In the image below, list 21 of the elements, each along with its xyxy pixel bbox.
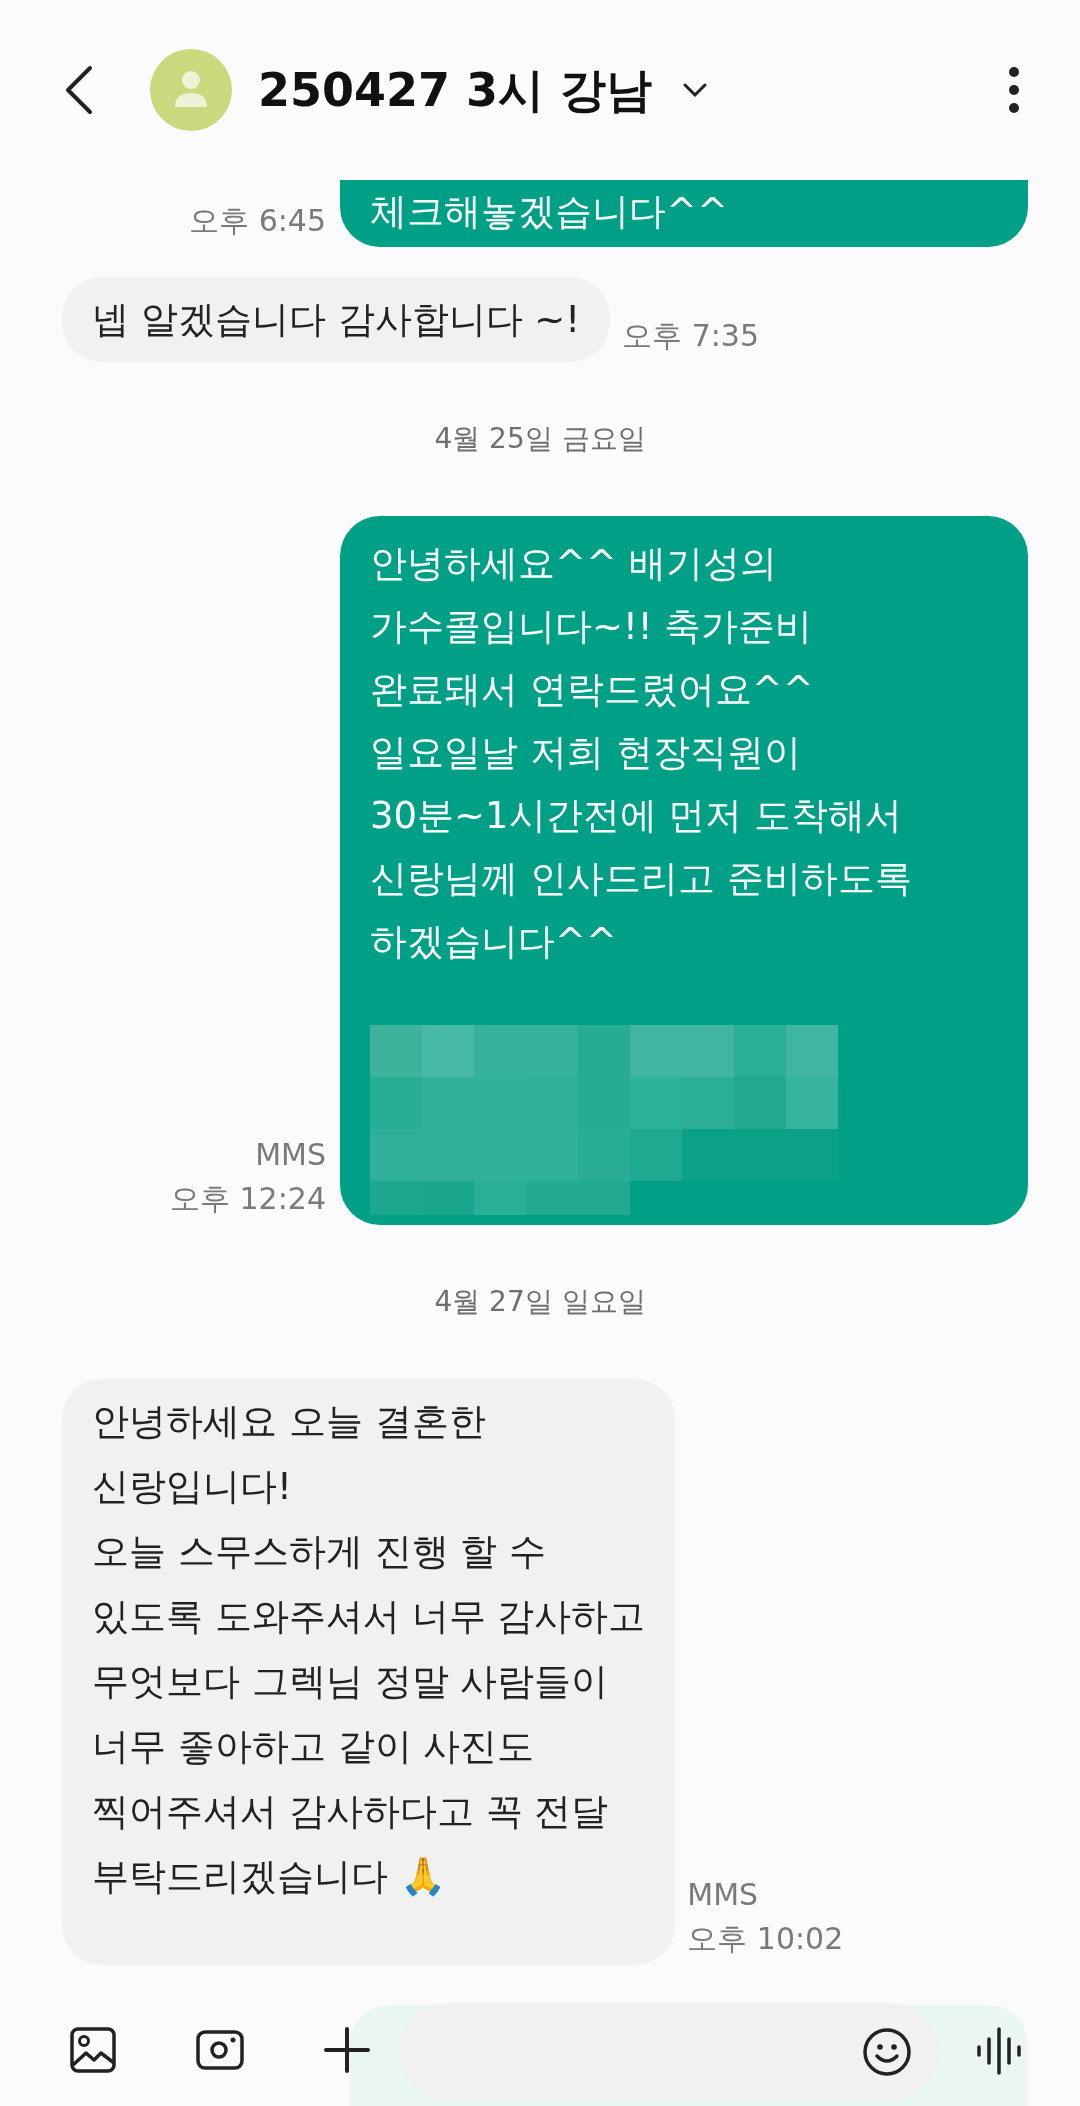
message-bubble[interactable]: 안녕하세요 오늘 결혼한 신랑입니다! 오늘 스무스하게 진행 할 수 있도록 도와주셔서 너무 감사하고 무엇보다 그렉님 정말 사람들이 너무 좋아하고 같이 사진도 찍어주셔서 감사하다고 꼭 전달 부탁드리겠습니다 🙏 xyxy=(62,1379,676,1965)
message-time: 오후 7:35 xyxy=(622,317,760,355)
message-bubble[interactable]: 넵 알겠습니다 감사합니다 ~! xyxy=(62,277,611,362)
message-type-label: MMS xyxy=(687,1876,759,1914)
emoji-icon[interactable] xyxy=(862,2027,912,2077)
message-time: 오후 6:45 xyxy=(189,202,326,240)
message-text: 안녕하세요^^ 배기성의 가수콜입니다~!! 축가준비 완료돼서 연락드렸어요^^ 일요일날 저희 현장직원이 30분~1시간전에 먼저 도착해서 신랑님께 인사드리고 준비하도록 하겠습니다^^ xyxy=(370,541,913,965)
gallery-icon[interactable] xyxy=(70,2027,116,2073)
camera-icon[interactable] xyxy=(196,2030,244,2070)
message-text: 넵 알겠습니다 감사합니다 ~! xyxy=(92,297,581,343)
plus-icon[interactable] xyxy=(324,2027,370,2073)
message-text: 체크해놓겠습니다^^ xyxy=(370,189,729,235)
message-type-label: MMS xyxy=(255,1136,326,1174)
more-options-icon[interactable] xyxy=(1008,66,1020,114)
date-divider: 4월 27일 일요일 xyxy=(434,1284,646,1320)
message-time: 오후 10:02 xyxy=(687,1920,844,1958)
date-divider: 4월 25일 금요일 xyxy=(434,421,646,457)
message-text: 안녕하세요 오늘 결혼한 신랑입니다! 오늘 스무스하게 진행 할 수 있도록 도와주셔서 너무 감사하고 무엇보다 그렉님 정말 사람들이 너무 좋아하고 같이 사진도 찍어주셔서 감사하다고 꼭 전달 부탁드리겠습니다 🙏 xyxy=(92,1399,646,1900)
message-time: 오후 12:24 xyxy=(170,1180,326,1218)
dropdown-caret-icon[interactable] xyxy=(682,82,709,98)
conversation-title[interactable]: 250427 3시 강남 xyxy=(258,55,653,125)
